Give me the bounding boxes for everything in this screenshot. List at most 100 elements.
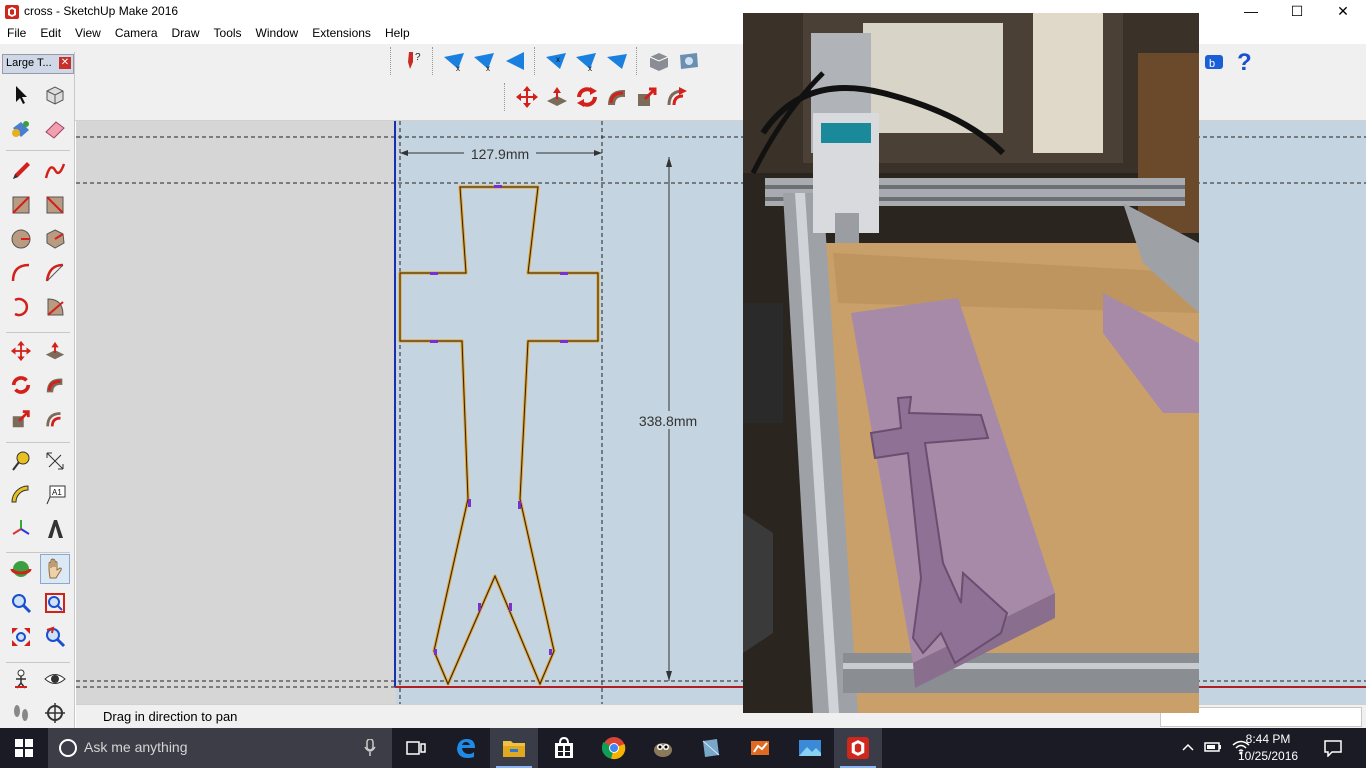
taskbar-store[interactable] (540, 728, 588, 768)
left-view-button[interactable] (602, 46, 632, 76)
arc-tool[interactable] (6, 258, 36, 288)
battery-icon[interactable] (1204, 740, 1222, 754)
offset-icon (667, 87, 687, 106)
tray-header[interactable]: Large T... ✕ (2, 54, 74, 74)
move-icon (10, 340, 32, 362)
right-view-button[interactable]: x (542, 46, 572, 76)
pie-tool[interactable] (40, 292, 70, 322)
protractor-tool[interactable] (6, 480, 36, 510)
instructor-button[interactable]: b (1200, 46, 1230, 76)
three-point-arc-tool[interactable] (6, 292, 36, 322)
scale-button[interactable] (632, 82, 662, 112)
share-model-button[interactable] (674, 46, 704, 76)
rotate-tool[interactable] (6, 370, 36, 400)
help-button[interactable]: ? (1230, 46, 1260, 76)
zoom-tool[interactable] (6, 588, 36, 618)
top-view-button[interactable]: x (470, 46, 500, 76)
follow-me-button[interactable] (602, 82, 632, 112)
show-hidden-icons-chevron[interactable] (1182, 742, 1194, 752)
component-tool[interactable] (40, 80, 70, 110)
taskbar-gimp[interactable] (638, 728, 686, 768)
system-clock[interactable]: 8:44 PM 10/25/2016 (1238, 731, 1298, 765)
move-button[interactable] (512, 82, 542, 112)
orbit-tool[interactable] (6, 554, 36, 584)
zoom-extents-tool[interactable] (6, 622, 36, 652)
two-point-arc-tool[interactable] (40, 258, 70, 288)
menu-camera[interactable]: Camera (108, 24, 165, 44)
pan-tool[interactable] (40, 554, 70, 584)
menu-view[interactable]: View (68, 24, 108, 44)
tray-close-button[interactable]: ✕ (59, 57, 71, 69)
menu-window[interactable]: Window (249, 24, 306, 44)
taskbar-photos[interactable] (786, 728, 834, 768)
start-button[interactable] (0, 728, 48, 768)
circle-tool[interactable] (6, 224, 36, 254)
menu-tools[interactable]: Tools (207, 24, 249, 44)
width-dimension-label[interactable]: 127.9mm (471, 146, 529, 162)
scale-tool[interactable] (6, 404, 36, 434)
select-tool[interactable] (6, 80, 36, 110)
taskbar-app-gem[interactable] (686, 728, 734, 768)
toolbar-grip[interactable] (504, 83, 508, 111)
close-button[interactable]: ✕ (1320, 0, 1366, 24)
cnc-router-photo (743, 13, 1199, 713)
look-around-tool[interactable] (40, 664, 70, 694)
menu-edit[interactable]: Edit (33, 24, 68, 44)
front-view-button[interactable] (500, 46, 530, 76)
arc-icon (11, 263, 30, 282)
iso-view-button[interactable]: x (440, 46, 470, 76)
menu-file[interactable]: File (0, 24, 33, 44)
move-tool[interactable] (6, 336, 36, 366)
toolbar-grip[interactable] (432, 47, 436, 75)
offset-tool[interactable] (40, 404, 70, 434)
minimize-button[interactable]: — (1228, 0, 1274, 24)
section-plane-tool[interactable] (40, 698, 70, 728)
push-pull-button[interactable] (542, 82, 572, 112)
eraser-tool[interactable] (40, 114, 70, 144)
paint-bucket-tool[interactable] (6, 114, 36, 144)
taskbar-file-explorer[interactable] (490, 728, 538, 768)
push-pull-tool[interactable] (40, 336, 70, 366)
zoom-window-tool[interactable] (40, 588, 70, 618)
text-tool[interactable]: A1 (40, 480, 70, 510)
task-view-button[interactable] (392, 728, 440, 768)
maximize-button[interactable]: ☐ (1274, 0, 1320, 24)
microphone-icon[interactable] (364, 739, 376, 757)
menu-extensions[interactable]: Extensions (305, 24, 378, 44)
position-camera-tool[interactable] (6, 664, 36, 694)
rotated-rectangle-tool[interactable] (40, 190, 70, 220)
action-center-icon[interactable] (1324, 739, 1342, 757)
cortana-search-box[interactable]: Ask me anything (48, 728, 392, 768)
tape-measure-tool[interactable] (6, 446, 36, 476)
menu-draw[interactable]: Draw (165, 24, 207, 44)
axes-tool[interactable] (6, 514, 36, 544)
height-dimension-label[interactable]: 338.8mm (639, 413, 697, 429)
taskbar-sketchup[interactable] (834, 728, 882, 768)
freehand-tool[interactable] (40, 156, 70, 186)
extension-warehouse-button[interactable]: ? (398, 46, 428, 76)
offset-button[interactable] (662, 82, 692, 112)
follow-me-tool[interactable] (40, 370, 70, 400)
menu-help[interactable]: Help (378, 24, 417, 44)
taskbar-app-charts[interactable] (736, 728, 784, 768)
back-view-icon: x (576, 53, 596, 73)
task-view-icon (406, 741, 426, 755)
rectangle-tool[interactable] (6, 190, 36, 220)
3d-text-tool[interactable] (40, 514, 70, 544)
gem-app-icon (702, 739, 720, 757)
dimension-tool[interactable] (40, 446, 70, 476)
3d-warehouse-button[interactable] (644, 46, 674, 76)
component-icon (46, 86, 64, 105)
3d-text-icon (48, 520, 63, 538)
toolbar-grip[interactable] (636, 47, 640, 75)
taskbar-chrome[interactable] (590, 728, 638, 768)
pencil-tool[interactable] (6, 156, 36, 186)
back-view-button[interactable]: x (572, 46, 602, 76)
previous-view-tool[interactable] (40, 622, 70, 652)
toolbar-grip[interactable] (534, 47, 538, 75)
toolbar-grip[interactable] (390, 47, 394, 75)
taskbar-edge[interactable] (442, 728, 490, 768)
polygon-tool[interactable] (40, 224, 70, 254)
walk-tool[interactable] (6, 698, 36, 728)
rotate-button[interactable] (572, 82, 602, 112)
